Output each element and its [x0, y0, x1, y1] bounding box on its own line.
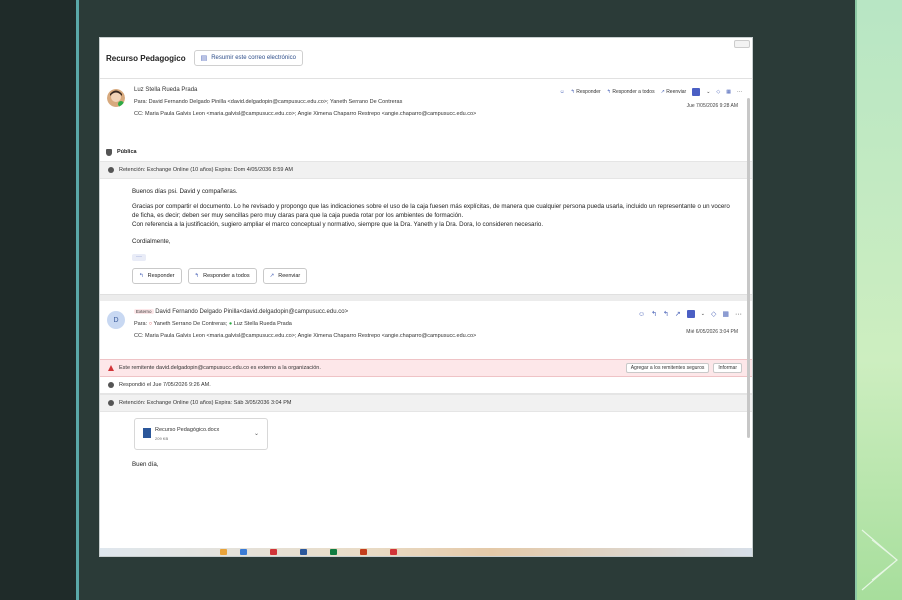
to-line: Para: ○ Yaneth Serrano De Contreras; ● L… [134, 321, 292, 327]
email-subject: Recurso Pedagogico [106, 53, 186, 63]
word-file-icon [143, 428, 151, 438]
retention-bar: Retención: Exchange Online (10 años) Exp… [100, 161, 752, 179]
app-icon [330, 549, 337, 555]
avatar [107, 89, 125, 107]
more-icon[interactable]: ··· [737, 89, 742, 95]
folder-icon [220, 549, 227, 555]
copilot-icon[interactable]: ◇ [711, 310, 716, 318]
shield-icon [106, 148, 112, 156]
sensitivity-label: Pública [100, 143, 752, 161]
status-away-icon: ○ [148, 321, 153, 327]
reply-icon: ↰ [570, 89, 575, 95]
message-actions: ☺ ↰ ↰ ↗ ⌄ ◇ ▦ ··· [638, 310, 742, 318]
greeting: Buen día, [132, 461, 159, 468]
message-actions: ☺ ↰ Responder ↰ Responder a todos ↗ Reen… [560, 88, 742, 96]
app-icon [390, 549, 397, 555]
message-1: Luz Stella Rueda Prada Para: David Ferna… [100, 79, 752, 301]
reply-icon[interactable]: ↰ [651, 310, 657, 318]
chevron-down-icon[interactable]: ⌄ [254, 430, 259, 437]
slide-left-panel [0, 0, 76, 600]
emoji-icon[interactable]: ☺ [560, 89, 565, 95]
external-warning: Este remitente david.delgadopin@campusuc… [100, 359, 752, 377]
summarize-icon: ▤ [200, 55, 208, 62]
reply-button[interactable]: ↰ Responder [571, 89, 601, 95]
divider [100, 294, 752, 301]
retention-icon [108, 167, 114, 173]
forward-icon[interactable]: ↗ [675, 310, 681, 318]
more-icon[interactable]: ··· [735, 311, 742, 318]
message-date: Mié 6/05/2026 3:04 PM [686, 329, 738, 335]
app-icon [270, 549, 277, 555]
chevron-down-icon[interactable]: ⌄ [701, 311, 705, 317]
external-tag: Externo [134, 309, 154, 314]
message-body: Buenos días psi. David y compañeras. Gra… [100, 187, 752, 261]
message-date: Jue 7/05/2026 9:28 AM [686, 103, 738, 109]
chevron-down-icon[interactable]: ⌄ [706, 89, 710, 95]
report-button[interactable]: Informar [713, 363, 742, 373]
reply-all-button[interactable]: ↰ Responder a todos [607, 89, 655, 95]
cc-line: CC: Maria Paula Galvis Leon <maria.galvi… [134, 111, 477, 117]
message-2-header: D Externo David Fernando Delgado Pinilla… [100, 301, 752, 359]
message-2: D Externo David Fernando Delgado Pinilla… [100, 301, 752, 469]
reply-button[interactable]: ↰ Responder [132, 268, 182, 284]
reply-all-button[interactable]: ↰ Responder a todos [187, 268, 257, 284]
teams-icon[interactable] [692, 88, 701, 96]
apps-icon[interactable]: ▦ [726, 89, 731, 95]
reply-icon: ↰ [139, 273, 144, 279]
status-online-icon: ● [228, 321, 233, 327]
forward-icon: ↗ [660, 89, 665, 95]
taskbar-strip [100, 548, 752, 556]
forward-button[interactable]: ↗ Reenviar [661, 89, 687, 95]
attachment-size: 209 KB [155, 436, 169, 441]
window-control[interactable] [734, 40, 750, 48]
reply-all-icon[interactable]: ↰ [663, 310, 669, 318]
emoji-icon[interactable]: ☺ [638, 311, 645, 318]
forward-button[interactable]: ↗ Reenviar [262, 268, 308, 284]
replied-bar: Respondió el Jue 7/05/2026 9:26 AM. [100, 377, 752, 394]
email-screenshot: Recurso Pedagogico ▤ Resumir este correo… [100, 38, 752, 556]
scrollbar[interactable] [747, 98, 750, 438]
cc-line: CC: Maria Paula Galvis Leon <maria.galvi… [134, 333, 477, 339]
avatar: D [107, 311, 125, 329]
message-body: Buen día, [100, 460, 752, 469]
apps-icon[interactable]: ▦ [722, 310, 729, 318]
reply-button-row: ↰ Responder ↰ Responder a todos ↗ Reenviar [100, 268, 752, 284]
paragraph: Con referencia a la justificación, sugie… [132, 221, 544, 228]
reply-all-icon: ↰ [194, 273, 200, 279]
sender-name[interactable]: Luz Stella Rueda Prada [134, 87, 197, 93]
replied-icon [108, 382, 114, 388]
retention-icon [108, 400, 114, 406]
email-subject-bar: Recurso Pedagogico ▤ Resumir este correo… [100, 38, 752, 79]
add-safe-sender-button[interactable]: Agregar a los remitentes seguros [625, 363, 710, 373]
app-icon [240, 549, 247, 555]
slide-decoration [857, 0, 902, 600]
greeting: Buenos días psi. David y compañeras. [132, 188, 238, 195]
summarize-button[interactable]: ▤ Resumir este correo electrónico [193, 50, 303, 66]
message-1-header: Luz Stella Rueda Prada Para: David Ferna… [100, 79, 752, 143]
warning-icon [108, 365, 114, 371]
show-more-button[interactable]: ··· [132, 254, 146, 261]
forward-icon: ↗ [269, 273, 275, 279]
retention-bar: Retención: Exchange Online (10 años) Exp… [100, 394, 752, 412]
reply-all-icon: ↰ [606, 89, 611, 95]
app-icon [360, 549, 367, 555]
attachment-name: Recurso Pedagógico.docx [155, 427, 220, 433]
to-line: Para: David Fernando Delgado Pinilla <da… [134, 99, 403, 105]
copilot-icon[interactable]: ◇ [716, 89, 720, 95]
paragraph: Gracias por compartir el documento. Lo h… [132, 203, 730, 219]
sender-line[interactable]: Externo David Fernando Delgado Pinilla<d… [134, 309, 348, 315]
closing: Cordialmente, [132, 238, 171, 245]
attachment-card[interactable]: Recurso Pedagógico.docx 209 KB ⌄ [134, 418, 268, 450]
app-icon [300, 549, 307, 555]
sender-name: David Fernando Delgado Pinilla<david.del… [155, 309, 349, 315]
teams-icon[interactable] [686, 310, 695, 318]
